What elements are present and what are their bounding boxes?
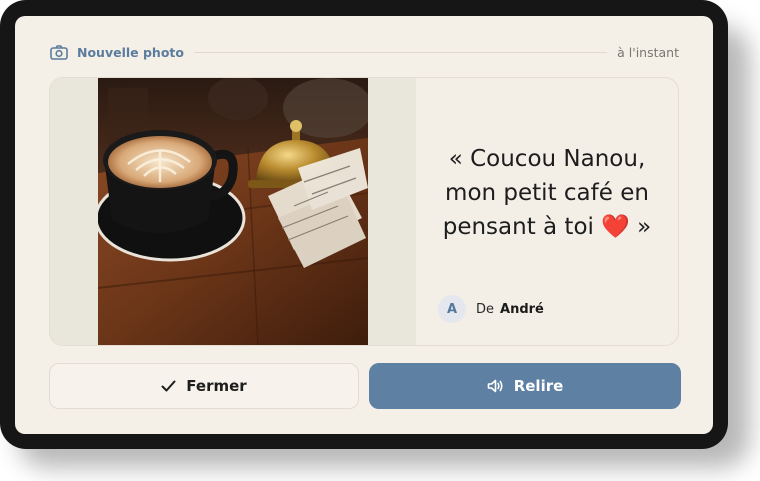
speaker-icon xyxy=(487,379,504,393)
photo-message-card: « Coucou Nanou, mon petit café en pensan… xyxy=(49,77,679,346)
sender-info: A De André xyxy=(438,295,544,323)
reread-button-label: Relire xyxy=(513,377,564,395)
message-panel: « Coucou Nanou, mon petit café en pensan… xyxy=(416,78,678,345)
notification-timestamp: à l'instant xyxy=(617,44,679,60)
header-divider xyxy=(193,51,608,53)
sender-name: André xyxy=(500,301,544,317)
close-button[interactable]: Fermer xyxy=(49,363,359,409)
check-icon xyxy=(161,380,176,392)
avatar: A xyxy=(438,295,466,323)
notification-title: Nouvelle photo xyxy=(77,44,184,60)
close-button-label: Fermer xyxy=(186,377,247,395)
coffee-photo[interactable] xyxy=(98,78,368,345)
notification-header: Nouvelle photo à l'instant xyxy=(49,43,679,61)
sender-prefix: De xyxy=(476,301,495,317)
message-text: « Coucou Nanou, mon petit café en pensan… xyxy=(426,142,668,244)
photo-notification-screen: Nouvelle photo à l'instant « Coucou Nano… xyxy=(15,16,713,434)
tablet-frame: Nouvelle photo à l'instant « Coucou Nano… xyxy=(0,0,728,449)
reread-button[interactable]: Relire xyxy=(369,363,681,409)
message-text-after: » xyxy=(629,214,652,240)
camera-icon xyxy=(49,44,69,60)
heart-emoji: ❤️ xyxy=(601,214,630,240)
photo-area xyxy=(50,78,416,345)
